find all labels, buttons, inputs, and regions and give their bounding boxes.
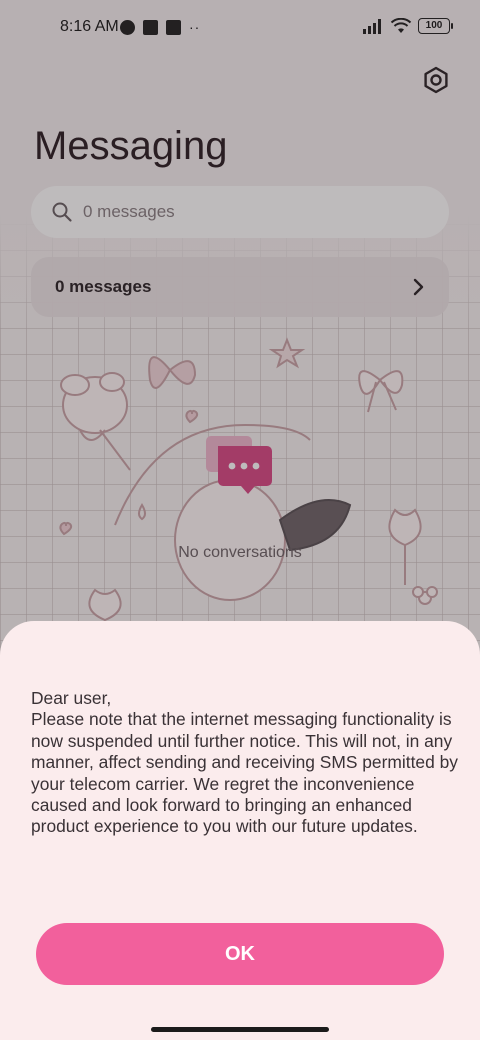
messaging-screen: 8:16 AM ·· 100 Messaging 0 messages 0 me… <box>0 0 480 1040</box>
notice-message: Dear user, Please note that the internet… <box>31 688 458 837</box>
ok-button[interactable]: OK <box>36 923 444 985</box>
home-indicator[interactable] <box>151 1027 329 1032</box>
